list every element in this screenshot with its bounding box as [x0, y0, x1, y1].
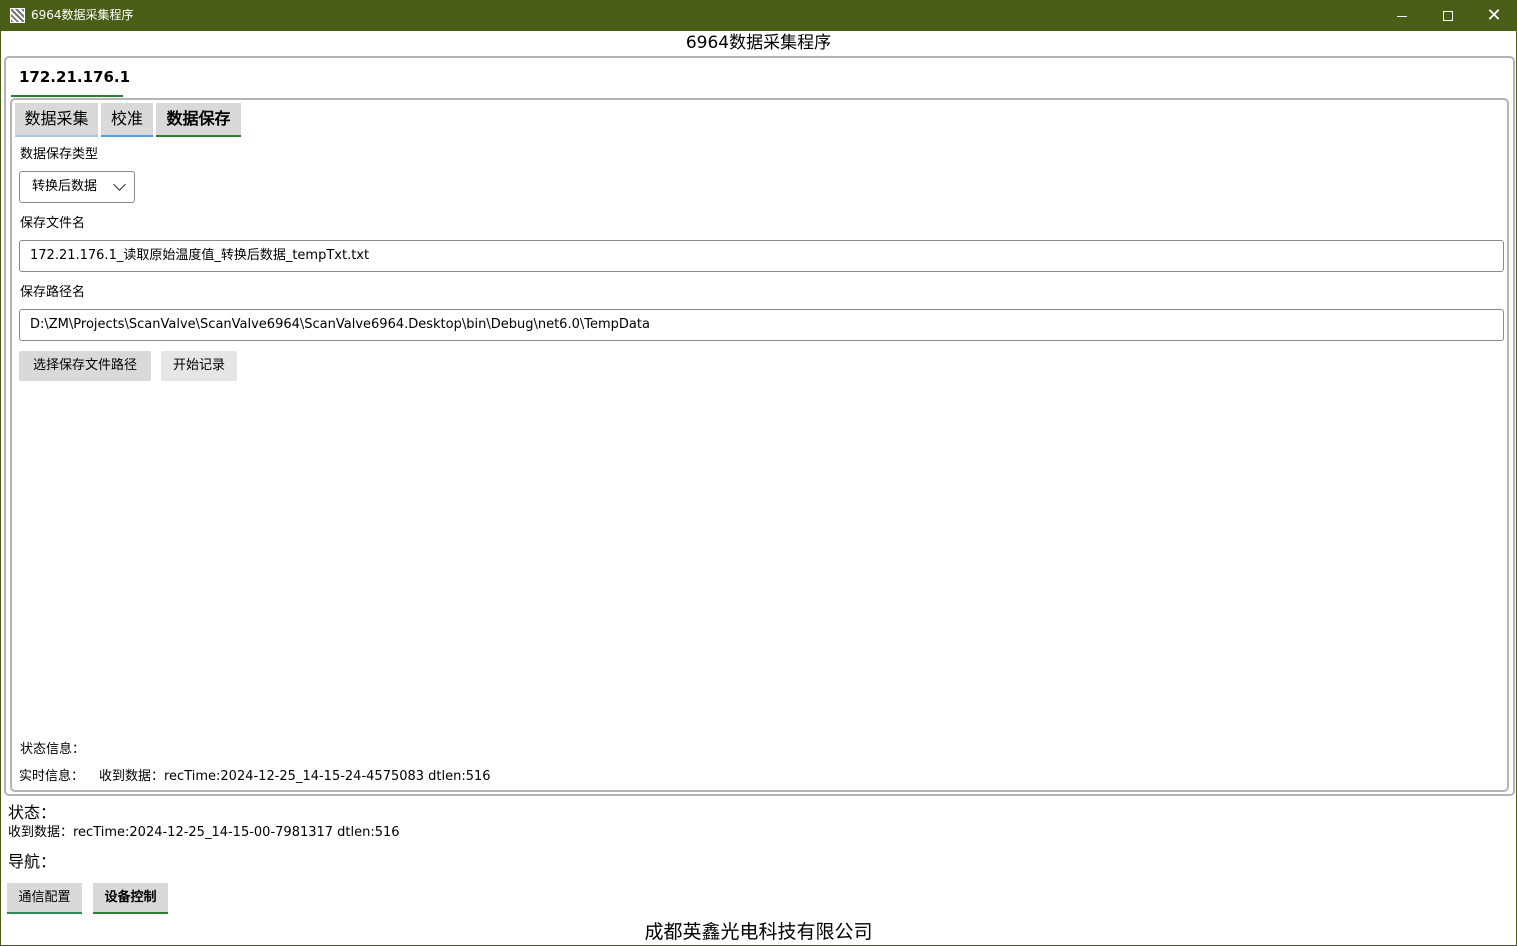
- app-icon: [10, 8, 25, 23]
- app-window: 6964数据采集程序 ✕ 6964数据采集程序 172.21.176.1 数据采…: [0, 0, 1517, 946]
- choose-save-path-button[interactable]: 选择保存文件路径: [19, 351, 151, 381]
- filename-input[interactable]: 172.21.176.1_读取原始温度值_转换后数据_tempTxt.txt: [19, 240, 1504, 272]
- tab-data-acquisition[interactable]: 数据采集: [15, 103, 98, 137]
- state-info-label: 状态信息：: [20, 742, 86, 757]
- page-title: 6964数据采集程序: [685, 33, 832, 53]
- save-type-label: 数据保存类型: [20, 147, 99, 162]
- device-content-panel: 数据采集 校准 数据保存 数据保存类型 转换后数据 保存文件名 172.21.1…: [10, 98, 1509, 792]
- save-type-select[interactable]: 转换后数据: [19, 171, 135, 203]
- window-title: 6964数据采集程序: [31, 8, 134, 22]
- title-bar[interactable]: 6964数据采集程序 ✕: [1, 1, 1516, 31]
- realtime-info-label: 实时信息：: [19, 769, 85, 784]
- status-label: 状态：: [8, 803, 57, 822]
- company-footer: 成都英鑫光电科技有限公司: [644, 921, 873, 943]
- nav-label: 导航：: [8, 852, 57, 871]
- tab-calibration[interactable]: 校准: [101, 103, 153, 137]
- status-value: 收到数据：recTime:2024-12-25_14-15-00-7981317…: [8, 825, 400, 840]
- chevron-down-icon: [113, 178, 126, 191]
- filename-label: 保存文件名: [20, 216, 86, 231]
- path-input[interactable]: D:\ZM\Projects\ScanValve\ScanValve6964\S…: [19, 309, 1504, 341]
- minimize-icon: [1397, 15, 1407, 17]
- close-icon: ✕: [1486, 5, 1502, 26]
- maximize-button[interactable]: [1425, 1, 1471, 31]
- save-type-selected-value: 转换后数据: [32, 179, 98, 194]
- tab-data-save[interactable]: 数据保存: [156, 103, 241, 137]
- path-label: 保存路径名: [20, 285, 86, 300]
- minimize-button[interactable]: [1379, 1, 1425, 31]
- tab-device-172-21-176-1[interactable]: 172.21.176.1: [11, 64, 130, 97]
- device-tab-panel: 172.21.176.1 数据采集 校准 数据保存 数据保存类型 转换后数据 保…: [4, 56, 1515, 796]
- comm-config-button[interactable]: 通信配置: [7, 883, 82, 914]
- device-control-button[interactable]: 设备控制: [93, 883, 168, 914]
- maximize-icon: [1443, 11, 1453, 21]
- realtime-info-value: 收到数据：recTime:2024-12-25_14-15-24-4575083…: [99, 769, 491, 784]
- close-button[interactable]: ✕: [1471, 1, 1517, 31]
- start-record-button[interactable]: 开始记录: [161, 351, 237, 381]
